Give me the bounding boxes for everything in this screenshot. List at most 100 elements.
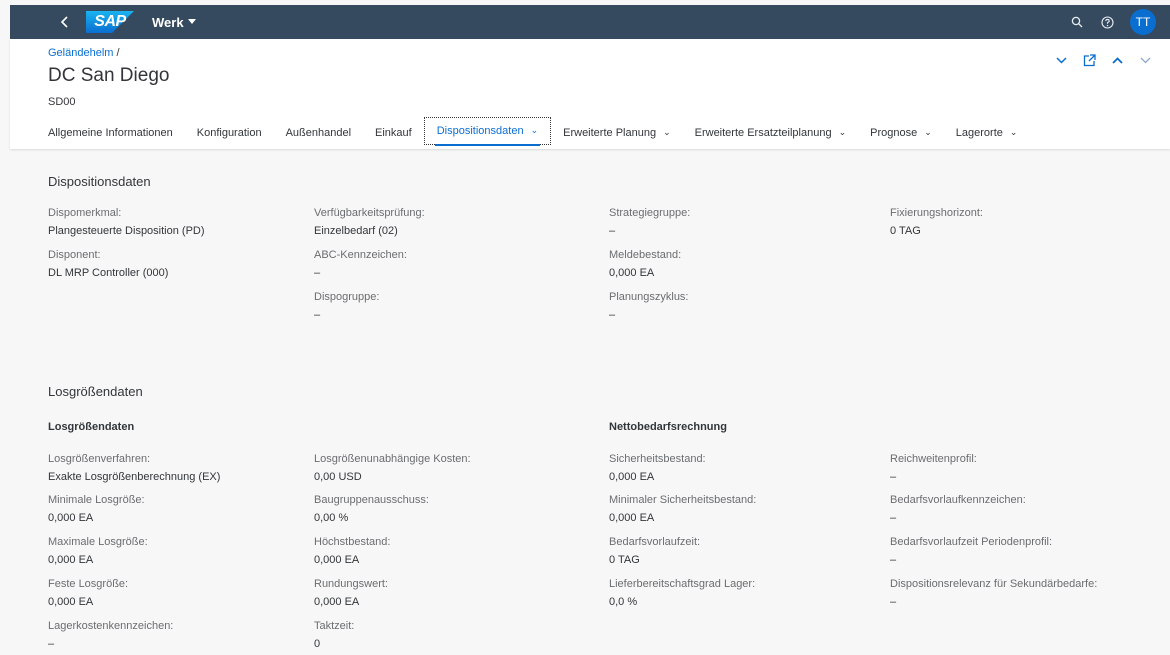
field-label: Lagerkostenkennzeichen: [48,620,174,632]
field-lagerkostenkennzeichen: Lagerkostenkennzeichen: – [48,619,308,651]
tab-label: Erweiterte Planung [563,127,657,139]
tab-einkauf[interactable]: Einkauf [363,119,424,149]
back-button[interactable] [52,9,78,35]
tab-label: Einkauf [375,127,412,139]
field-abc-kennzeichen: ABC-Kennzeichen: – [314,248,574,280]
field-value: 0 [314,638,321,650]
field-value: Exakte Losgrößenberechnung (EX) [48,471,221,483]
open-in-new-button[interactable] [1082,53,1096,67]
field-dispositionsrelevanz-sekundaerbedarfe: Dispositionsrelevanz für Sekundärbedarfe… [890,577,1150,609]
triangle-down-icon [187,19,196,24]
field-disponent: Disponent: DL MRP Controller (000) [48,248,308,280]
help-icon[interactable] [1100,15,1114,29]
tab-label: Außenhandel [285,127,352,139]
field-label: Fixierungshorizont: [890,207,983,219]
subsection-title-losgroessendaten: Losgrößendaten [48,421,135,433]
field-value: – [314,267,321,279]
field-value: – [609,225,616,237]
section-title-dispositionsdaten: Dispositionsdaten [48,174,151,189]
field-lieferbereitschaftsgrad-lager: Lieferbereitschaftsgrad Lager: 0,0 % [609,577,869,609]
field-value: DL MRP Controller (000) [48,267,169,279]
field-sicherheitsbestand: Sicherheitsbestand: 0,000 EA [609,452,869,484]
field-baugruppenausschuss: Baugruppenausschuss: 0,00 % [314,493,574,525]
field-label: Bedarfsvorlaufkennzeichen: [890,494,1026,506]
tab-label: Dispositionsdaten [436,125,524,137]
tab-erweiterte-planung[interactable]: Erweiterte Planung ⌄ [551,119,683,149]
page-title: DC San Diego [48,65,170,86]
field-value: – [890,554,897,566]
field-value: – [890,471,897,483]
field-value: 0,000 EA [314,554,360,566]
field-bedarfsvorlaufzeit-periodenprofil: Bedarfsvorlaufzeit Periodenprofil: – [890,535,1150,567]
object-page-content: Dispositionsdaten Dispomerkmal: Plangest… [10,151,1170,655]
tab-aussenhandel[interactable]: Außenhandel [274,119,363,149]
field-value: – [890,512,897,524]
user-avatar[interactable]: TT [1130,9,1156,35]
field-minimale-losgroesse: Minimale Losgröße: 0,000 EA [48,493,308,525]
chevron-left-icon [60,16,68,28]
tab-allgemeine-informationen[interactable]: Allgemeine Informationen [48,119,185,149]
field-value: 0,00 % [314,512,349,524]
field-value: 0 TAG [609,554,640,566]
breadcrumb-link[interactable]: Geländehelm [48,47,113,59]
search-icon[interactable] [1070,15,1084,29]
field-label: Losgrößenverfahren: [48,453,151,465]
field-label: Disponent: [48,249,101,261]
field-value: 0,000 EA [314,596,360,608]
field-minimaler-sicherheitsbestand: Minimaler Sicherheitsbestand: 0,000 EA [609,493,869,525]
field-value: 0,000 EA [48,512,94,524]
field-value: 0,000 EA [609,512,655,524]
app-title: Werk [152,14,184,30]
field-label: ABC-Kennzeichen: [314,249,407,261]
tab-erweiterte-ersatzteilplanung[interactable]: Erweiterte Ersatzteilplanung ⌄ [683,119,859,149]
field-fixierungshorizont: Fixierungshorizont: 0 TAG [890,206,1150,238]
sap-logo[interactable]: SAP [86,11,134,33]
tab-dispositionsdaten[interactable]: Dispositionsdaten ⌄ [423,117,552,146]
field-label: Höchstbestand: [314,536,391,548]
field-label: Feste Losgröße: [48,578,129,590]
previous-item-button[interactable] [1110,53,1124,67]
tab-konfiguration[interactable]: Konfiguration [185,119,274,149]
field-label: Meldebestand: [609,249,682,261]
tab-bar: Allgemeine Informationen Konfiguration A… [48,117,1030,149]
field-label: Losgrößenunabhängige Kosten: [314,453,471,465]
tab-prognose[interactable]: Prognose ⌄ [858,119,944,149]
field-label: Minimale Losgröße: [48,494,145,506]
field-value: – [314,309,321,321]
chevron-down-icon: ⌄ [530,125,539,135]
field-value: 0,000 EA [609,267,655,279]
tab-label: Prognose [870,127,918,139]
field-maximale-losgroesse: Maximale Losgröße: 0,000 EA [48,535,308,567]
field-value: 0 TAG [890,225,921,237]
field-dispogruppe: Dispogruppe: – [314,290,574,322]
field-value: Einzelbedarf (02) [314,225,398,237]
field-label: Dispogruppe: [314,291,380,303]
tab-label: Allgemeine Informationen [48,127,173,139]
field-taktzeit: Taktzeit: 0 [314,619,574,651]
field-value: – [609,309,616,321]
field-label: Strategiegruppe: [609,207,691,219]
tab-label: Lagerorte [955,127,1003,139]
collapse-header-button[interactable] [1054,53,1068,67]
field-reichweitenprofil: Reichweitenprofil: – [890,452,1150,484]
field-value: 0,000 EA [48,554,94,566]
field-label: Bedarfsvorlaufzeit Periodenprofil: [890,536,1053,548]
tab-lagerorte[interactable]: Lagerorte ⌄ [944,119,1030,149]
breadcrumb-separator: / [116,47,120,59]
chevron-down-icon: ⌄ [663,127,671,137]
app-title-menu[interactable]: Werk [152,15,196,30]
chevron-down-icon [1055,56,1067,64]
chevron-down-icon [1140,57,1150,63]
field-meldebestand: Meldebestand: 0,000 EA [609,248,869,280]
field-losgroessenverfahren: Losgrößenverfahren: Exakte Losgrößenbere… [48,452,308,484]
field-value: – [48,638,55,650]
field-dispomerkmal: Dispomerkmal: Plangesteuerte Disposition… [48,206,308,238]
subsection-title-nettobedarfsrechnung: Nettobedarfsrechnung [609,421,727,433]
field-value: Plangesteuerte Disposition (PD) [48,225,205,237]
object-header: Geländehelm / DC San Diego SD00 Allgemei… [10,39,1170,149]
breadcrumb: Geländehelm / [48,47,120,59]
chevron-up-icon [1111,56,1123,64]
field-label: Dispomerkmal: [48,207,122,219]
next-item-button[interactable] [1138,53,1152,67]
chevron-down-icon: ⌄ [1009,127,1018,137]
